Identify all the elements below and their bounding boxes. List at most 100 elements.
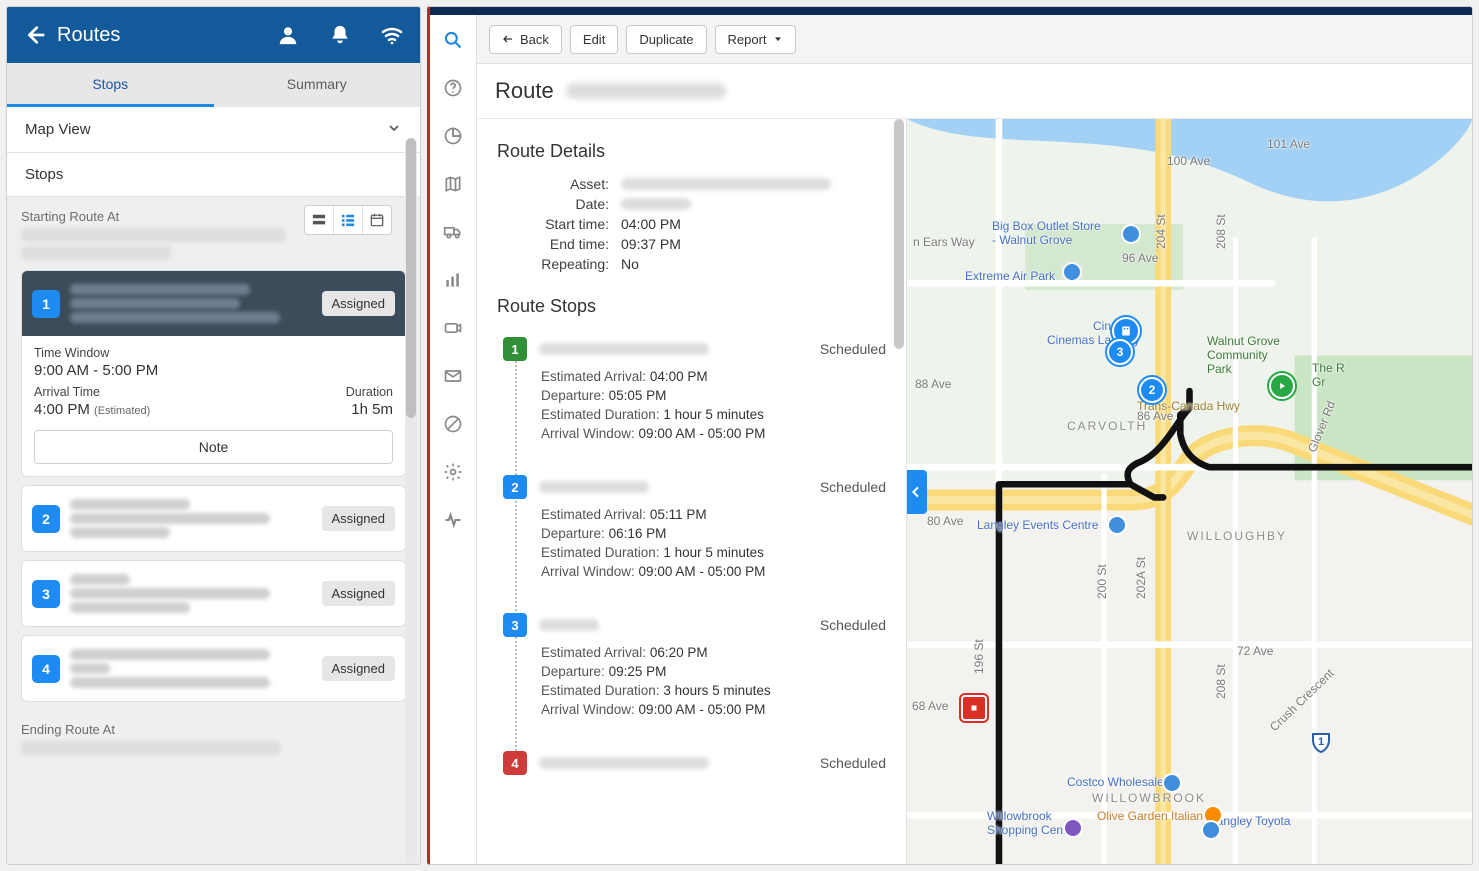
poi-marker-icon	[1062, 262, 1082, 282]
bell-icon[interactable]	[326, 21, 354, 49]
route-details-panel: Route Details Asset: Date: Start time:04…	[477, 119, 907, 864]
note-button[interactable]: Note	[34, 430, 393, 464]
map-road-196-st: 196 St	[972, 639, 986, 674]
edit-button[interactable]: Edit	[570, 25, 618, 54]
stop-1-details: Time Window 9:00 AM - 5:00 PM Arrival Ti…	[22, 336, 405, 476]
start-time-label: Start time:	[497, 216, 609, 232]
view-list-icon[interactable]	[333, 206, 362, 234]
map-pin-end-icon[interactable]	[961, 695, 987, 721]
view-calendar-icon[interactable]	[362, 206, 391, 234]
wifi-icon[interactable]	[378, 21, 406, 49]
route-stop-3[interactable]: 3 Scheduled Estimated Arrival: 06:20 PM …	[503, 607, 886, 745]
stop-card-4[interactable]: 4 Assigned	[21, 635, 406, 702]
camera-icon[interactable]	[442, 317, 464, 339]
ban-icon[interactable]	[442, 413, 464, 435]
mail-icon[interactable]	[442, 365, 464, 387]
arrival-time-value: 4:00 PM	[34, 401, 90, 418]
search-icon[interactable]	[442, 29, 464, 51]
end-time-label: End time:	[497, 236, 609, 252]
map-poi-lec: Langley Events Centre	[977, 518, 1098, 532]
tab-stops[interactable]: Stops	[7, 63, 214, 107]
map-road-ears: n Ears Way	[913, 235, 975, 249]
bar-chart-icon[interactable]	[442, 269, 464, 291]
map-icon[interactable]	[442, 173, 464, 195]
poi-marker-icon	[1107, 515, 1127, 535]
route-stop-2[interactable]: 2 Scheduled Estimated Arrival: 05:11 PM …	[503, 469, 886, 607]
date-label: Date:	[497, 196, 609, 212]
map-pin-go-icon[interactable]	[1269, 373, 1295, 399]
stop-card-3[interactable]: 3 Assigned	[21, 560, 406, 627]
view-compact-icon[interactable]	[305, 206, 333, 234]
stops-section-header: Stops	[7, 153, 420, 197]
map-view-label: Map View	[25, 121, 91, 138]
details-scrollbar[interactable]	[894, 119, 904, 864]
action-bar: Back Edit Duplicate Report	[477, 15, 1472, 64]
gear-icon[interactable]	[442, 461, 464, 483]
stop-card-1[interactable]: 1 Assigned Time Window 9:00 AM - 5:00 PM…	[21, 270, 406, 477]
map-road-202a-st: 202A St	[1134, 557, 1148, 599]
map-area[interactable]: n Ears Way 96 Ave Trans-Canada Hwy 88 Av…	[907, 119, 1472, 864]
map-collapse-tab[interactable]	[907, 470, 927, 514]
assigned-badge: Assigned	[322, 291, 395, 316]
report-button[interactable]: Report	[715, 25, 796, 54]
duration-label: Duration	[346, 385, 393, 399]
chart-pie-icon[interactable]	[442, 125, 464, 147]
web-app-pane: Back Edit Duplicate Report Route Route	[427, 6, 1473, 865]
back-label: Back	[520, 32, 549, 47]
mobile-scrollbar[interactable]	[405, 138, 417, 864]
stop-card-4-header: 4 Assigned	[22, 636, 405, 701]
back-arrow-icon[interactable]	[21, 22, 47, 48]
poi-marker-icon	[1063, 818, 1083, 838]
route-stop-4[interactable]: 4 Scheduled	[503, 745, 886, 775]
starting-route-block: Starting Route At	[7, 197, 420, 262]
highway-shield-icon: 1	[1309, 731, 1333, 758]
mobile-title: Routes	[57, 24, 250, 47]
tab-summary[interactable]: Summary	[214, 63, 421, 107]
chevron-down-icon	[386, 120, 402, 139]
stop-card-3-header: 3 Assigned	[22, 561, 405, 626]
stop-number-badge: 2	[32, 505, 60, 533]
map-poi-bigbox: Big Box Outlet Store - Walnut Grove	[992, 219, 1101, 247]
stop-number-badge: 3	[32, 580, 60, 608]
assigned-badge: Assigned	[322, 656, 395, 681]
route-stop-1[interactable]: 1 Scheduled Estimated Arrival: 04:00 PM …	[503, 331, 886, 469]
back-button[interactable]: Back	[489, 25, 562, 54]
map-pin-2[interactable]: 2	[1139, 377, 1165, 403]
assigned-badge: Assigned	[322, 581, 395, 606]
arrival-time-label: Arrival Time	[34, 385, 150, 399]
route-details-heading: Route Details	[497, 141, 886, 162]
map-view-section[interactable]: Map View	[7, 107, 420, 153]
route-stop-number: 1	[503, 337, 527, 361]
duplicate-button[interactable]: Duplicate	[626, 25, 706, 54]
time-window-label: Time Window	[34, 346, 393, 360]
redacted-route-name	[566, 83, 726, 99]
stop-card-2[interactable]: 2 Assigned	[21, 485, 406, 552]
asset-label: Asset:	[497, 176, 609, 192]
map-road-208-st: 208 St	[1214, 214, 1228, 249]
svg-text:1: 1	[1318, 736, 1324, 748]
repeating-label: Repeating:	[497, 256, 609, 272]
route-stop-number: 4	[503, 751, 527, 775]
user-icon[interactable]	[274, 21, 302, 49]
map-area-carvolth: CARVOLTH	[1067, 419, 1147, 433]
poi-marker-icon	[1162, 773, 1182, 793]
map-poi-trg: The R Gr	[1312, 361, 1345, 389]
ending-route-label: Ending Route At	[21, 722, 406, 737]
status-scheduled: Scheduled	[820, 755, 886, 771]
map-pin-3[interactable]: 3	[1107, 339, 1133, 365]
page-title: Route	[495, 78, 554, 104]
status-scheduled: Scheduled	[820, 479, 886, 495]
route-stops-list: 1 Scheduled Estimated Arrival: 04:00 PM …	[503, 331, 886, 775]
help-icon[interactable]	[442, 77, 464, 99]
map-road-101-ave: 101 Ave	[1267, 137, 1310, 151]
arrival-time-note: (Estimated)	[94, 405, 150, 417]
stop-card-1-header: 1 Assigned	[22, 271, 405, 336]
map-road-200-st: 200 St	[1095, 564, 1109, 599]
route-stop-number: 2	[503, 475, 527, 499]
pulse-icon[interactable]	[442, 509, 464, 531]
truck-icon[interactable]	[442, 221, 464, 243]
top-strip	[430, 7, 1472, 15]
mobile-tabs: Stops Summary	[7, 63, 420, 107]
duplicate-label: Duplicate	[639, 32, 693, 47]
report-label: Report	[728, 32, 767, 47]
